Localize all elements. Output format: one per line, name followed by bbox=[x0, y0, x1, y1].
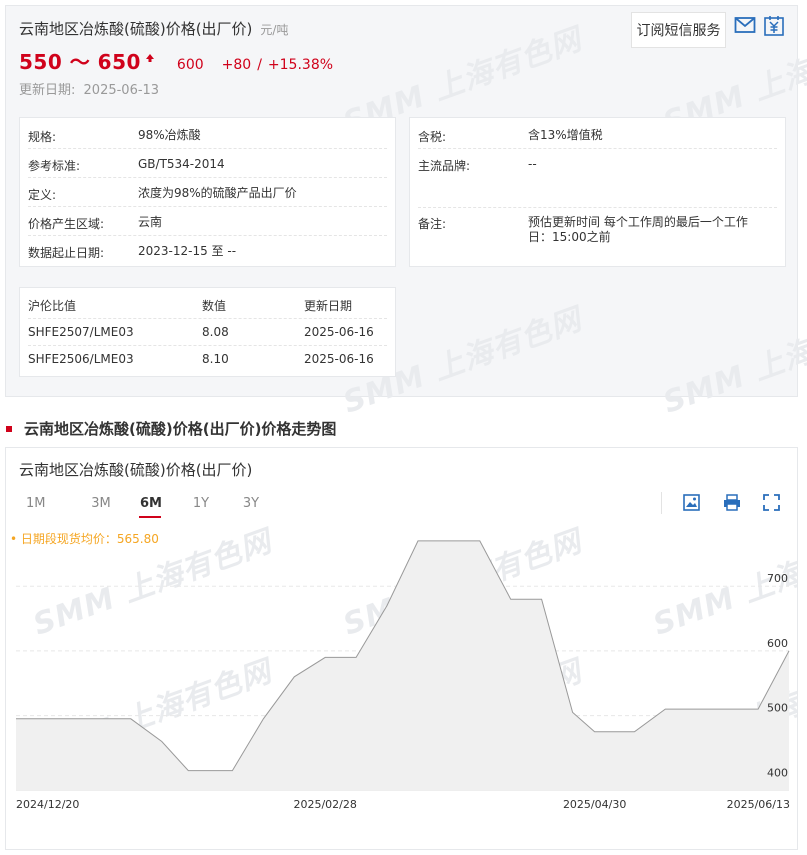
update-date-row: 更新日期: 2025-06-13 bbox=[19, 79, 159, 98]
fullscreen-icon[interactable] bbox=[763, 494, 781, 512]
detail-key: 参考标准: bbox=[28, 159, 81, 173]
detail-row: 数据起止日期: 2023-12-15 至 -- bbox=[28, 237, 387, 265]
slash-separator: / bbox=[257, 57, 262, 73]
detail-key: 主流品牌: bbox=[418, 159, 471, 173]
email-icon[interactable] bbox=[734, 16, 756, 36]
previous-average: 600 bbox=[176, 57, 204, 73]
column-header: 沪伦比值 bbox=[28, 299, 77, 313]
tab-3y[interactable]: 3Y bbox=[226, 496, 276, 511]
detail-value: 含13%增值税 bbox=[528, 128, 603, 142]
update-label: 更新日期: bbox=[19, 83, 76, 98]
details-box-right: 含税: 含13%增值税 主流品牌: -- 备注: 预估更新时间 每个工作周的最后… bbox=[409, 117, 786, 267]
toolbar-divider bbox=[661, 492, 662, 514]
section-title-text: 云南地区冶炼酸(硫酸)价格(出厂价)价格走势图 bbox=[24, 420, 337, 438]
range-tabs: 1M 3M 6M 1Y 3Y bbox=[26, 496, 276, 518]
price-info-panel: SMM 上海有色网 SMM 上海有色网 SMM 上海有色网 SMM 上海有色网 … bbox=[5, 5, 807, 421]
column-header: 更新日期 bbox=[304, 299, 353, 313]
detail-value: 2023-12-15 至 -- bbox=[138, 244, 237, 258]
price-change: +80 bbox=[221, 57, 252, 73]
y-tick-label: 600 bbox=[767, 637, 788, 650]
y-tick-label: 400 bbox=[767, 766, 788, 779]
x-tick-label: 2025/02/28 bbox=[293, 798, 356, 811]
section-marker bbox=[6, 425, 12, 432]
column-header: 数值 bbox=[202, 299, 227, 313]
table-cell: 2025-06-16 bbox=[304, 325, 374, 339]
title-row: 云南地区冶炼酸(硫酸)价格(出厂价) 元/吨 bbox=[19, 18, 288, 39]
x-tick-label: 2025/04/30 bbox=[563, 798, 626, 811]
detail-row: 含税: 含13%增值税 bbox=[418, 121, 777, 149]
image-download-icon[interactable] bbox=[683, 494, 701, 512]
detail-key: 规格: bbox=[28, 130, 57, 144]
up-arrow-icon bbox=[145, 53, 155, 66]
ratio-table: 沪伦比值 数值 更新日期 SHFE2507/LME03 8.08 2025-06… bbox=[19, 287, 396, 377]
chart-title: 云南地区冶炼酸(硫酸)价格(出厂价) bbox=[19, 461, 253, 479]
detail-value: 云南 bbox=[138, 215, 163, 229]
detail-row: 参考标准: GB/T534-2014 bbox=[28, 150, 387, 178]
detail-row: 主流品牌: -- bbox=[418, 150, 777, 208]
print-icon[interactable] bbox=[723, 494, 741, 512]
detail-value: GB/T534-2014 bbox=[138, 157, 225, 171]
price-change-percent: +15.38% bbox=[267, 57, 334, 73]
x-tick-label: 2024/12/20 bbox=[16, 798, 79, 811]
table-cell: SHFE2507/LME03 bbox=[28, 325, 134, 339]
table-cell: 8.10 bbox=[202, 352, 229, 366]
detail-key: 含税: bbox=[418, 130, 447, 144]
tab-1m[interactable]: 1M bbox=[26, 496, 46, 511]
watermark: SMM 上海有色网 bbox=[658, 301, 807, 421]
table-row: SHFE2507/LME03 8.08 2025-06-16 bbox=[28, 318, 387, 345]
x-tick-label: 2025/06/13 bbox=[727, 798, 790, 811]
subscribe-sms-button[interactable]: 订阅短信服务 bbox=[631, 12, 726, 48]
section-title: 云南地区冶炼酸(硫酸)价格(出厂价)价格走势图 bbox=[6, 418, 336, 439]
table-header: 沪伦比值 数值 更新日期 bbox=[28, 291, 387, 318]
details-box-left: 规格: 98%冶炼酸 参考标准: GB/T534-2014 定义: 浓度为98%… bbox=[19, 117, 396, 267]
y-tick-label: 500 bbox=[767, 702, 788, 715]
detail-row: 备注: 预估更新时间 每个工作周的最后一个工作日：15:00之前 bbox=[418, 208, 777, 258]
table-cell: 2025-06-16 bbox=[304, 352, 374, 366]
tab-3m[interactable]: 3M bbox=[76, 496, 126, 511]
table-cell: SHFE2506/LME03 bbox=[28, 352, 134, 366]
detail-row: 价格产生区域: 云南 bbox=[28, 208, 387, 236]
yuan-price-icon[interactable] bbox=[763, 16, 785, 36]
tab-1y[interactable]: 1Y bbox=[176, 496, 226, 511]
detail-row: 规格: 98%冶炼酸 bbox=[28, 121, 387, 149]
average-price-label: • 日期段现货均价：565.80 bbox=[10, 532, 159, 546]
price-area-fill bbox=[16, 540, 789, 790]
detail-key: 数据起止日期: bbox=[28, 246, 105, 260]
table-row: SHFE2506/LME03 8.10 2025-06-16 bbox=[28, 345, 387, 372]
detail-row: 定义: 浓度为98%的硫酸产品出厂价 bbox=[28, 179, 387, 207]
y-tick-label: 700 bbox=[767, 572, 788, 585]
price-range: 550 ～ 650 bbox=[19, 50, 141, 74]
price-row: 550 ～ 650 600 +80 / +15.38% bbox=[19, 46, 333, 75]
detail-key: 价格产生区域: bbox=[28, 217, 105, 231]
update-date: 2025-06-13 bbox=[83, 83, 160, 98]
page-title: 云南地区冶炼酸(硫酸)价格(出厂价) bbox=[19, 20, 253, 38]
detail-value: 98%冶炼酸 bbox=[138, 128, 201, 142]
tab-6m[interactable]: 6M bbox=[126, 496, 176, 518]
detail-value: 预估更新时间 每个工作周的最后一个工作日：15:00之前 bbox=[528, 215, 748, 244]
table-cell: 8.08 bbox=[202, 325, 229, 339]
detail-key: 备注: bbox=[418, 217, 447, 231]
detail-value: 浓度为98%的硫酸产品出厂价 bbox=[138, 186, 297, 200]
detail-key: 定义: bbox=[28, 188, 57, 202]
detail-value: -- bbox=[528, 157, 537, 171]
price-trend-chart-panel: SMM 上海有色网 SMM 上海有色网 SMM 上海有色网 SMM 上海有色网 … bbox=[5, 447, 798, 850]
price-unit: 元/吨 bbox=[260, 23, 289, 37]
